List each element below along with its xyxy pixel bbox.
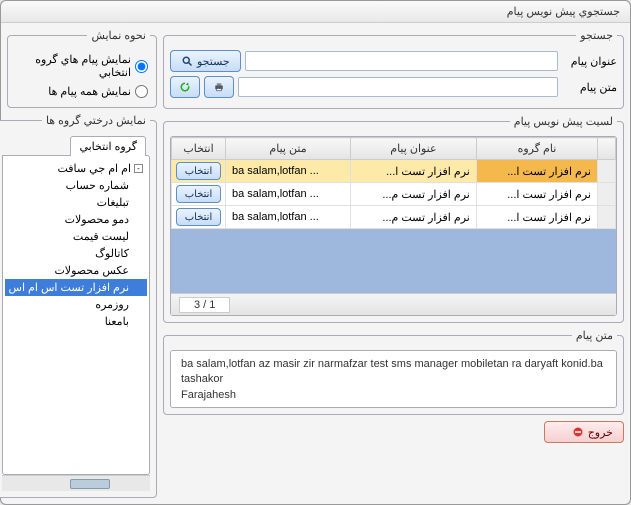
radio-all-messages[interactable]: نمايش همه پيام ها (14, 82, 150, 101)
grid-empty-area (171, 229, 616, 293)
message-text[interactable]: ba salam,lotfan az masir zir narmafzar t… (170, 350, 617, 408)
exit-icon (572, 426, 584, 438)
tree-legend: نمايش درختي گروه ها (42, 114, 150, 127)
col-rowheader (598, 138, 616, 160)
cell-text: ba salam,lotfan ... (226, 206, 351, 229)
pager: 1 / 3 (171, 293, 616, 315)
row-select-button[interactable]: انتخاب (176, 162, 222, 180)
display-mode-groupbox: نحوه نمايش نمايش پيام هاي گروه انتخابي ن… (7, 29, 157, 108)
tree-item[interactable]: نرم افزار تست اس ام اس (5, 279, 147, 296)
input-title[interactable] (245, 51, 558, 71)
label-title: عنوان پيام (562, 55, 617, 68)
message-legend: متن پيام (572, 329, 617, 342)
refresh-icon (179, 81, 191, 93)
table-row[interactable]: نرم افزار تست ا...نرم افزار تست م...ba s… (172, 206, 616, 229)
tree-item[interactable]: روزمره (5, 296, 147, 313)
group-tree[interactable]: - ام ام جي سافت شماره حسابتبليغاتدمو محص… (2, 155, 150, 475)
cell-title: نرم افزار تست ا... (351, 160, 477, 183)
search-legend: جستجو (576, 29, 617, 42)
input-text[interactable] (238, 77, 558, 97)
cell-text: ba salam,lotfan ... (226, 160, 351, 183)
tree-item[interactable]: كاتالوگ (5, 245, 147, 262)
window-title: جستجوي پيش نويس پيام (1, 1, 630, 23)
tree-item[interactable]: ليست قيمت (5, 228, 147, 245)
row-select-button[interactable]: انتخاب (176, 208, 222, 226)
row-select-button[interactable]: انتخاب (176, 185, 222, 203)
tree-root[interactable]: - ام ام جي سافت (5, 160, 147, 177)
col-group[interactable]: نام گروه (476, 138, 597, 160)
col-select[interactable]: انتخاب (172, 138, 226, 160)
cell-text: ba salam,lotfan ... (226, 183, 351, 206)
pager-text: 1 / 3 (179, 297, 230, 313)
radio-selected-group[interactable]: نمايش پيام هاي گروه انتخابي (14, 50, 150, 82)
tree-groupbox: نمايش درختي گروه ها گروه انتخابي - ام ام… (0, 114, 157, 498)
main-window: جستجوي پيش نويس پيام جستجو عنوان پيام جس… (0, 0, 631, 505)
cell-title: نرم افزار تست م... (351, 183, 477, 206)
table-row[interactable]: نرم افزار تست ا...نرم افزار تست م...ba s… (172, 183, 616, 206)
table-row[interactable]: نرم افزار تست ا...نرم افزار تست ا...ba s… (172, 160, 616, 183)
search-groupbox: جستجو عنوان پيام جستجو متن پيام (163, 29, 624, 109)
cell-group: نرم افزار تست ا... (476, 160, 597, 183)
label-text: متن پيام (562, 81, 617, 94)
col-text[interactable]: متن پيام (226, 138, 351, 160)
grid-groupbox: لسيت پيش نويس پيام نام گروه عنوان پيام م… (163, 115, 624, 323)
search-icon (181, 55, 193, 67)
cell-group: نرم افزار تست ا... (476, 183, 597, 206)
exit-button[interactable]: خروج (544, 421, 624, 443)
grid-legend: لسيت پيش نويس پيام (510, 115, 617, 128)
refresh-button[interactable] (170, 76, 200, 98)
tree-item[interactable]: تبليغات (5, 194, 147, 211)
tree-collapse-icon[interactable]: - (134, 164, 143, 173)
tree-item[interactable]: شماره حساب (5, 177, 147, 194)
print-button[interactable] (204, 76, 234, 98)
tree-item[interactable]: عكس محصولات (5, 262, 147, 279)
display-mode-legend: نحوه نمايش (87, 29, 150, 42)
tree-hscrollbar[interactable] (2, 475, 150, 491)
cell-title: نرم افزار تست م... (351, 206, 477, 229)
search-button[interactable]: جستجو (170, 50, 241, 72)
cell-group: نرم افزار تست ا... (476, 206, 597, 229)
tree-item[interactable]: بامعنا (5, 313, 147, 330)
tab-selected-group[interactable]: گروه انتخابي (70, 136, 146, 156)
messages-table[interactable]: نام گروه عنوان پيام متن پيام انتخاب نرم … (171, 137, 616, 229)
tree-item[interactable]: دمو محصولات (5, 211, 147, 228)
col-title[interactable]: عنوان پيام (351, 138, 477, 160)
message-groupbox: متن پيام ba salam,lotfan az masir zir na… (163, 329, 624, 415)
printer-icon (213, 81, 225, 93)
